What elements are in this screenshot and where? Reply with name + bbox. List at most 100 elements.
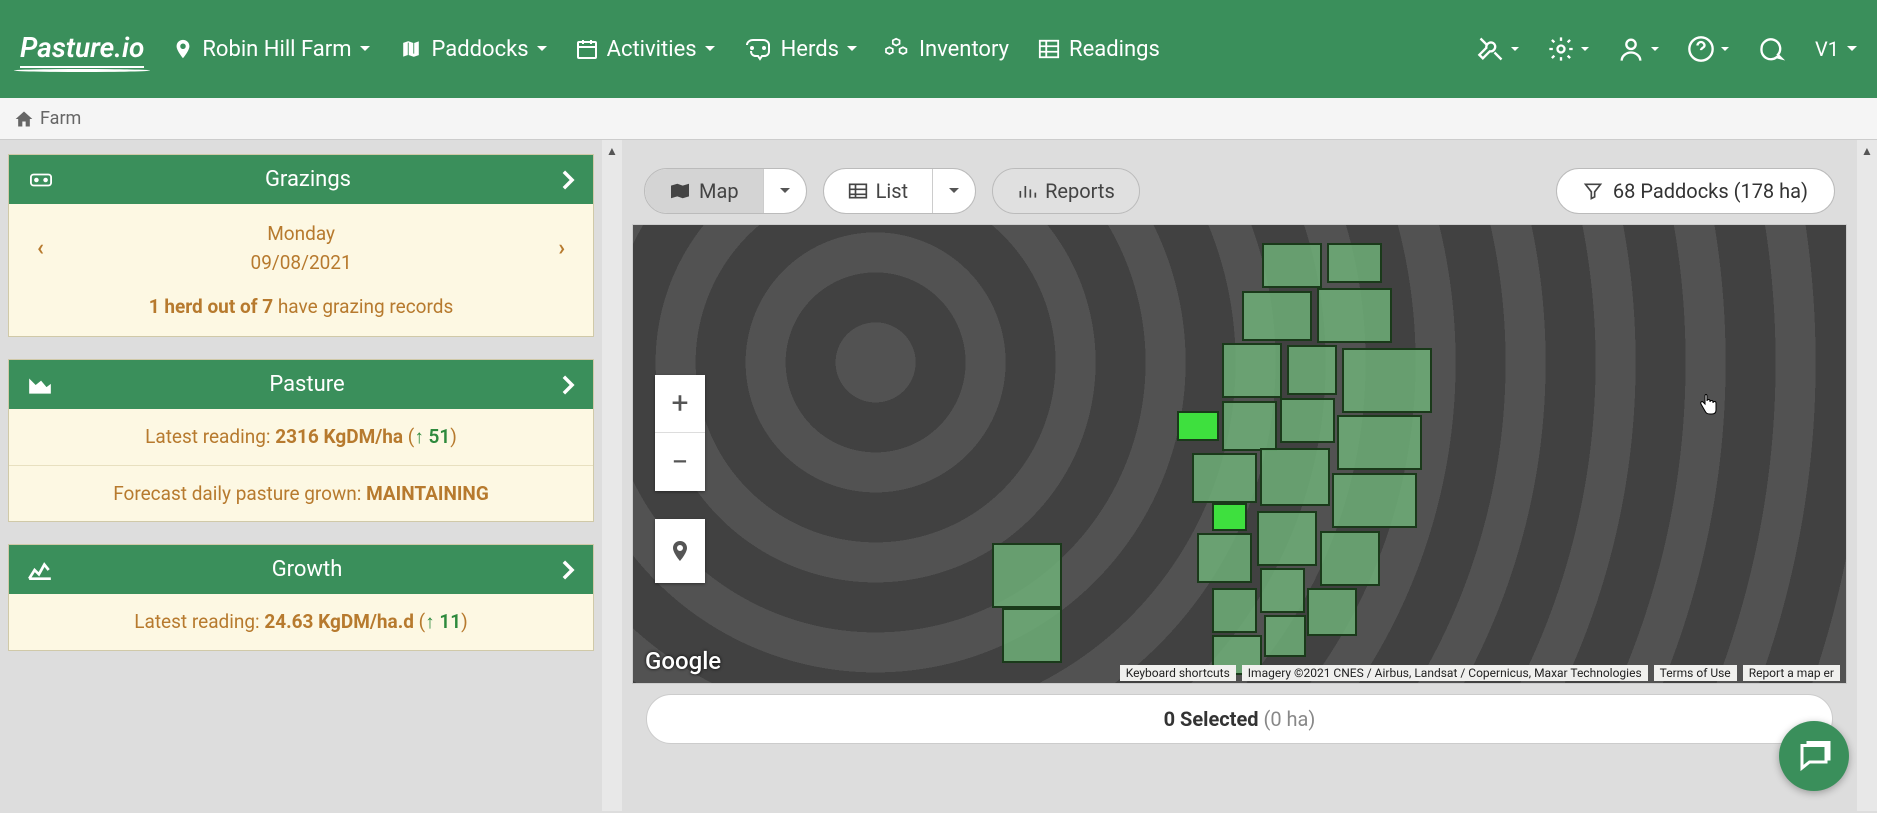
nav-help[interactable] [1687,35,1729,63]
map-view-dropdown[interactable] [763,169,806,213]
paddock-shape[interactable] [1320,531,1380,586]
paddock-shape[interactable] [1222,401,1277,451]
zoom-out-button[interactable]: − [655,433,705,491]
nav-herds[interactable]: Herds [743,37,857,62]
nav-activities[interactable]: Activities [575,37,715,62]
map-icon [398,38,424,60]
nav-inventory[interactable]: Inventory [885,37,1009,62]
nav-user[interactable] [1617,35,1659,63]
breadcrumb-home[interactable]: Farm [40,108,81,129]
paddock-shape[interactable] [1264,615,1306,657]
nav-readings[interactable]: Readings [1037,37,1160,62]
brand-logo[interactable]: Pasture.io [20,31,144,68]
grazings-status-count: 1 herd out of 7 [149,295,273,318]
breadcrumb: Farm [0,98,1877,140]
pasture-latest-row: Latest reading: 2316 KgDM/ha (↑ 51) [9,409,593,465]
nav-version-label: V1 [1815,37,1839,61]
paddock-shape[interactable] [1222,343,1282,398]
reports-view-button[interactable]: Reports [993,169,1139,213]
growth-title: Growth [53,557,561,582]
nav-paddocks[interactable]: Paddocks [398,37,547,62]
caret-down-icon [780,179,790,203]
scroll-up-icon[interactable]: ▲ [606,140,618,162]
paddock-shape[interactable] [1307,588,1357,636]
paddock-shape[interactable] [1287,345,1337,395]
chevron-right-icon [561,374,575,396]
paddock-shape[interactable] [1342,348,1432,413]
map-view-button[interactable]: Map [645,169,763,213]
paddock-shape[interactable] [1260,568,1305,613]
grazings-status: 1 herd out of 7 have grazing records [9,287,593,336]
paddock-shape[interactable] [1197,533,1252,583]
grazings-header[interactable]: Grazings [9,155,593,204]
content: Map List Reports [622,140,1857,811]
chat-fab[interactable] [1779,721,1849,791]
paddock-shape[interactable] [1317,288,1392,343]
paddock-shape[interactable] [1332,473,1417,528]
map-controls-stack: + − [655,375,705,583]
sidebar-scrollbar[interactable]: ▲ [602,140,622,811]
nav-tools[interactable] [1477,35,1519,63]
zoom-in-button[interactable]: + [655,375,705,433]
paddock-shape[interactable] [1002,608,1062,663]
map-locate-button[interactable] [655,519,705,583]
nav-settings[interactable] [1547,35,1589,63]
paddock-filter[interactable]: 68 Paddocks (178 ha) [1556,168,1835,214]
paddock-shape[interactable] [1212,588,1257,633]
home-icon[interactable] [14,109,34,129]
pasture-forecast-label: Forecast daily pasture grown: [113,482,366,505]
growth-header[interactable]: Growth [9,545,593,594]
map-terms[interactable]: Terms of Use [1654,665,1737,681]
nav-version[interactable]: V1 [1815,37,1857,61]
nav-activities-label: Activities [607,37,697,62]
paddock-shape-highlight[interactable] [1177,411,1219,441]
cow-icon [743,37,773,61]
map-report-error[interactable]: Report a map er [1743,665,1840,681]
map-imagery-credit: Imagery ©2021 CNES / Airbus, Landsat / C… [1242,665,1648,681]
table-icon [1037,38,1061,60]
paddock-shape[interactable] [1280,398,1335,443]
reports-view-label: Reports [1045,179,1115,203]
prev-day-button[interactable]: ‹ [37,236,44,261]
map-keyboard-shortcuts[interactable]: Keyboard shortcuts [1120,665,1236,681]
paddock-shape[interactable] [1260,448,1330,506]
chevron-right-icon [561,559,575,581]
nav-chat[interactable] [1757,35,1787,63]
paddock-shape[interactable] [1337,415,1422,470]
paddock-shape[interactable] [1257,511,1317,566]
nav-farm-label: Robin Hill Farm [202,37,351,62]
growth-delta: 11 [439,610,461,633]
map-attribution: Keyboard shortcuts Imagery ©2021 CNES / … [1120,665,1840,681]
growth-latest-label: Latest reading: [134,610,264,633]
pasture-latest-label: Latest reading: [145,425,275,448]
grazings-card: Grazings ‹ Monday 09/08/2021 › 1 herd ou… [8,154,594,337]
paddock-shape[interactable] [1192,453,1257,503]
pasture-latest-value: 2316 KgDM/ha [275,425,403,448]
next-day-button[interactable]: › [558,236,565,261]
nav-readings-label: Readings [1069,37,1160,62]
selection-area: (0 ha) [1263,707,1315,731]
paddock-shape[interactable] [1327,243,1382,283]
user-icon [1617,35,1645,63]
list-view-button[interactable]: List [824,169,933,213]
selection-bar[interactable]: 0 Selected (0 ha) [646,694,1833,744]
content-scrollbar[interactable]: ▲ [1857,140,1877,811]
filter-icon [1583,181,1603,201]
paddock-shape[interactable] [992,543,1062,608]
scroll-up-icon[interactable]: ▲ [1861,140,1873,162]
nav-farm-selector[interactable]: Robin Hill Farm [172,35,369,63]
up-arrow-icon: ↑ [414,425,424,448]
pin-icon [172,35,194,63]
list-view-dropdown[interactable] [932,169,975,213]
grazings-date: Monday 09/08/2021 [251,220,352,277]
growth-latest-value: 24.63 KgDM/ha.d [264,610,414,633]
paddock-shape-highlight[interactable] [1212,503,1247,531]
gear-icon [1547,35,1575,63]
map-view[interactable]: + − Google Keyboard shortcuts Imagery ©2… [632,224,1847,684]
growth-latest-row: Latest reading: 24.63 KgDM/ha.d (↑ 11) [9,594,593,650]
caret-down-icon [949,179,959,203]
pasture-header[interactable]: Pasture [9,360,593,409]
paddock-overlay [1142,243,1502,683]
paddock-shape[interactable] [1262,243,1322,288]
paddock-shape[interactable] [1242,291,1312,341]
